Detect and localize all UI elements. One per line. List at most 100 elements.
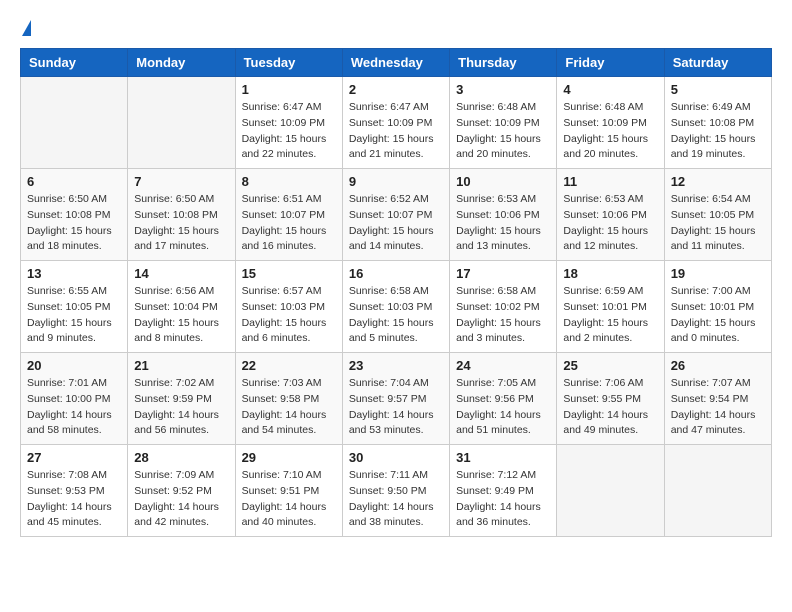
calendar-cell: 15Sunrise: 6:57 AM Sunset: 10:03 PM Dayl… [235, 261, 342, 353]
day-number: 7 [134, 174, 228, 189]
calendar-cell: 22 Sunrise: 7:03 AM Sunset: 9:58 PM Dayli… [235, 353, 342, 445]
calendar-cell: 12 Sunrise: 6:54 AM Sunset: 10:05 PM Dayl… [664, 169, 771, 261]
day-number: 1 [242, 82, 336, 97]
day-detail: Sunrise: 7:08 AM Sunset: 9:53 PM Dayligh… [27, 468, 121, 531]
day-number: 26 [671, 358, 765, 373]
day-number: 11 [563, 174, 657, 189]
day-detail: Sunrise: 6:51 AM Sunset: 10:07 PM Daylig… [242, 192, 336, 255]
day-detail: Sunrise: 6:50 AM Sunset: 10:08 PM Daylig… [27, 192, 121, 255]
calendar-cell: 16 Sunrise: 6:58 AM Sunset: 10:03 PM Dayl… [342, 261, 449, 353]
day-detail: Sunrise: 7:03 AM Sunset: 9:58 PM Dayligh… [242, 376, 336, 439]
calendar-cell: 9Sunrise: 6:52 AM Sunset: 10:07 PM Dayli… [342, 169, 449, 261]
calendar-cell [128, 77, 235, 169]
day-detail: Sunrise: 6:57 AM Sunset: 10:03 PM Daylig… [242, 284, 336, 347]
day-detail: Sunrise: 6:58 AM Sunset: 10:03 PM Daylig… [349, 284, 443, 347]
calendar-week-2: 6 Sunrise: 6:50 AM Sunset: 10:08 PM Dayli… [21, 169, 772, 261]
day-number: 27 [27, 450, 121, 465]
day-detail: Sunrise: 6:53 AM Sunset: 10:06 PM Daylig… [456, 192, 550, 255]
calendar-cell: 13 Sunrise: 6:55 AM Sunset: 10:05 PM Dayl… [21, 261, 128, 353]
day-detail: Sunrise: 6:47 AM Sunset: 10:09 PM Daylig… [242, 100, 336, 163]
day-number: 19 [671, 266, 765, 281]
day-detail: Sunrise: 6:54 AM Sunset: 10:05 PM Daylig… [671, 192, 765, 255]
day-number: 12 [671, 174, 765, 189]
calendar-cell: 14 Sunrise: 6:56 AM Sunset: 10:04 PM Dayl… [128, 261, 235, 353]
day-number: 14 [134, 266, 228, 281]
day-detail: Sunrise: 7:12 AM Sunset: 9:49 PM Dayligh… [456, 468, 550, 531]
day-header-tuesday: Tuesday [235, 49, 342, 77]
day-number: 22 [242, 358, 336, 373]
day-number: 10 [456, 174, 550, 189]
day-number: 28 [134, 450, 228, 465]
day-header-monday: Monday [128, 49, 235, 77]
logo [20, 20, 31, 38]
calendar-cell: 17 Sunrise: 6:58 AM Sunset: 10:02 PM Dayl… [450, 261, 557, 353]
day-detail: Sunrise: 7:09 AM Sunset: 9:52 PM Dayligh… [134, 468, 228, 531]
day-detail: Sunrise: 6:59 AM Sunset: 10:01 PM Daylig… [563, 284, 657, 347]
day-number: 8 [242, 174, 336, 189]
day-detail: Sunrise: 6:58 AM Sunset: 10:02 PM Daylig… [456, 284, 550, 347]
day-header-wednesday: Wednesday [342, 49, 449, 77]
calendar-cell: 19 Sunrise: 7:00 AM Sunset: 10:01 PM Dayl… [664, 261, 771, 353]
day-detail: Sunrise: 6:52 AM Sunset: 10:07 PM Daylig… [349, 192, 443, 255]
calendar-cell: 29 Sunrise: 7:10 AM Sunset: 9:51 PM Dayli… [235, 445, 342, 537]
day-header-sunday: Sunday [21, 49, 128, 77]
calendar-cell: 24Sunrise: 7:05 AM Sunset: 9:56 PM Dayli… [450, 353, 557, 445]
calendar-cell: 25Sunrise: 7:06 AM Sunset: 9:55 PM Dayli… [557, 353, 664, 445]
calendar-cell: 27 Sunrise: 7:08 AM Sunset: 9:53 PM Dayli… [21, 445, 128, 537]
calendar-cell: 23 Sunrise: 7:04 AM Sunset: 9:57 PM Dayli… [342, 353, 449, 445]
calendar-cell: 26Sunrise: 7:07 AM Sunset: 9:54 PM Dayli… [664, 353, 771, 445]
calendar-cell: 20 Sunrise: 7:01 AM Sunset: 10:00 PM Dayl… [21, 353, 128, 445]
day-detail: Sunrise: 6:53 AM Sunset: 10:06 PM Daylig… [563, 192, 657, 255]
calendar-cell: 5 Sunrise: 6:49 AM Sunset: 10:08 PM Dayli… [664, 77, 771, 169]
calendar-cell: 2Sunrise: 6:47 AM Sunset: 10:09 PM Dayli… [342, 77, 449, 169]
day-detail: Sunrise: 7:02 AM Sunset: 9:59 PM Dayligh… [134, 376, 228, 439]
calendar-table: SundayMondayTuesdayWednesdayThursdayFrid… [20, 48, 772, 537]
day-detail: Sunrise: 6:50 AM Sunset: 10:08 PM Daylig… [134, 192, 228, 255]
day-detail: Sunrise: 7:11 AM Sunset: 9:50 PM Dayligh… [349, 468, 443, 531]
calendar-cell [21, 77, 128, 169]
day-number: 2 [349, 82, 443, 97]
page-header [20, 20, 772, 38]
day-number: 4 [563, 82, 657, 97]
day-detail: Sunrise: 6:48 AM Sunset: 10:09 PM Daylig… [563, 100, 657, 163]
day-number: 5 [671, 82, 765, 97]
day-number: 6 [27, 174, 121, 189]
day-number: 29 [242, 450, 336, 465]
calendar-cell: 18 Sunrise: 6:59 AM Sunset: 10:01 PM Dayl… [557, 261, 664, 353]
day-detail: Sunrise: 7:06 AM Sunset: 9:55 PM Dayligh… [563, 376, 657, 439]
calendar-cell: 7 Sunrise: 6:50 AM Sunset: 10:08 PM Dayli… [128, 169, 235, 261]
calendar-cell: 28 Sunrise: 7:09 AM Sunset: 9:52 PM Dayli… [128, 445, 235, 537]
day-detail: Sunrise: 7:01 AM Sunset: 10:00 PM Daylig… [27, 376, 121, 439]
calendar-cell [664, 445, 771, 537]
calendar-cell: 21Sunrise: 7:02 AM Sunset: 9:59 PM Dayli… [128, 353, 235, 445]
day-header-saturday: Saturday [664, 49, 771, 77]
calendar-week-4: 20 Sunrise: 7:01 AM Sunset: 10:00 PM Dayl… [21, 353, 772, 445]
day-detail: Sunrise: 7:04 AM Sunset: 9:57 PM Dayligh… [349, 376, 443, 439]
calendar-cell: 3Sunrise: 6:48 AM Sunset: 10:09 PM Dayli… [450, 77, 557, 169]
day-detail: Sunrise: 7:05 AM Sunset: 9:56 PM Dayligh… [456, 376, 550, 439]
logo-triangle-icon [22, 20, 31, 36]
day-detail: Sunrise: 6:49 AM Sunset: 10:08 PM Daylig… [671, 100, 765, 163]
calendar-week-1: 1 Sunrise: 6:47 AM Sunset: 10:09 PM Dayli… [21, 77, 772, 169]
calendar-cell: 31 Sunrise: 7:12 AM Sunset: 9:49 PM Dayli… [450, 445, 557, 537]
day-detail: Sunrise: 6:48 AM Sunset: 10:09 PM Daylig… [456, 100, 550, 163]
calendar-cell: 1 Sunrise: 6:47 AM Sunset: 10:09 PM Dayli… [235, 77, 342, 169]
calendar-cell: 6 Sunrise: 6:50 AM Sunset: 10:08 PM Dayli… [21, 169, 128, 261]
calendar-cell: 30 Sunrise: 7:11 AM Sunset: 9:50 PM Dayli… [342, 445, 449, 537]
day-number: 23 [349, 358, 443, 373]
day-detail: Sunrise: 7:10 AM Sunset: 9:51 PM Dayligh… [242, 468, 336, 531]
day-detail: Sunrise: 6:55 AM Sunset: 10:05 PM Daylig… [27, 284, 121, 347]
day-number: 30 [349, 450, 443, 465]
day-detail: Sunrise: 7:00 AM Sunset: 10:01 PM Daylig… [671, 284, 765, 347]
day-number: 17 [456, 266, 550, 281]
day-header-thursday: Thursday [450, 49, 557, 77]
day-detail: Sunrise: 6:56 AM Sunset: 10:04 PM Daylig… [134, 284, 228, 347]
calendar-cell: 11 Sunrise: 6:53 AM Sunset: 10:06 PM Dayl… [557, 169, 664, 261]
day-number: 31 [456, 450, 550, 465]
calendar-cell: 8 Sunrise: 6:51 AM Sunset: 10:07 PM Dayli… [235, 169, 342, 261]
day-number: 18 [563, 266, 657, 281]
day-number: 20 [27, 358, 121, 373]
day-number: 13 [27, 266, 121, 281]
calendar-week-5: 27 Sunrise: 7:08 AM Sunset: 9:53 PM Dayli… [21, 445, 772, 537]
day-number: 16 [349, 266, 443, 281]
